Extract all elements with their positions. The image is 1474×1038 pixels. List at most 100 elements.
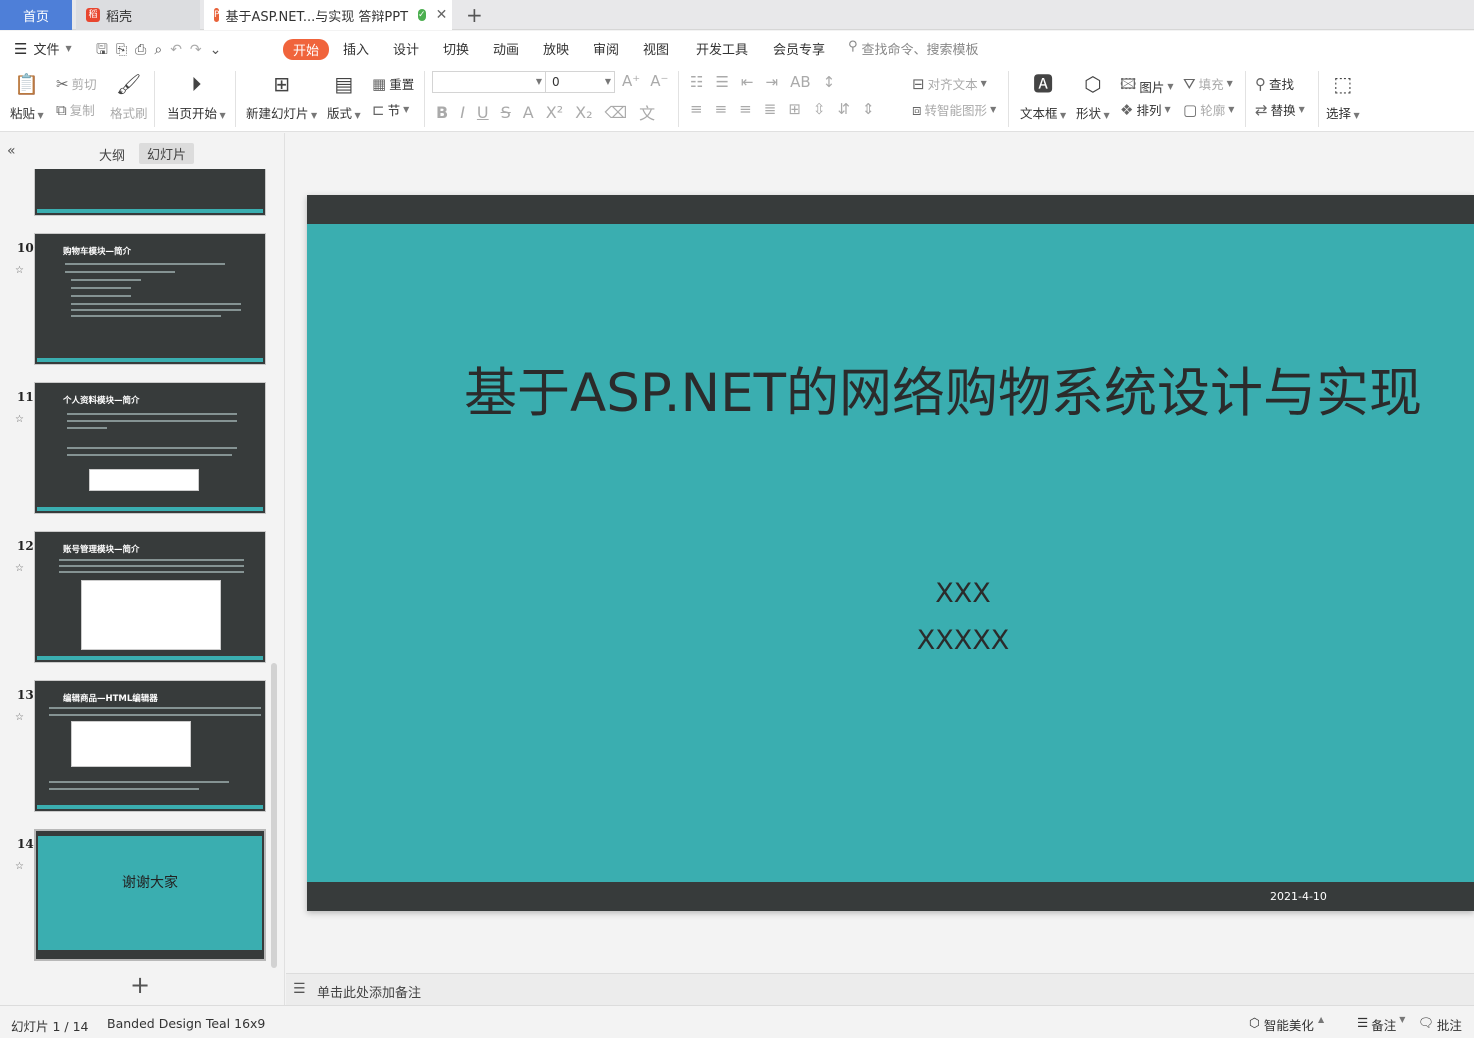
outline-button[interactable]: ▢ 轮廓 ▼ [1183, 100, 1234, 119]
slide-advisor[interactable]: XXXXX [855, 625, 1071, 656]
play-from-current-button[interactable]: ⏵ 当页开始 ▼ [167, 71, 226, 122]
format-painter-button[interactable]: 🖌 格式刷 [110, 71, 148, 122]
undo-icon[interactable]: ↶ [170, 42, 190, 58]
command-search[interactable]: ⚲ 查找命令、搜索模板 [848, 39, 979, 58]
smart-graphic-button[interactable]: ⧈ 转智能图形 ▼ [912, 100, 996, 119]
select-button[interactable]: ⬚ 选择 ▼ [1326, 71, 1360, 122]
distribute-icon[interactable]: ⊞ [788, 100, 801, 118]
slide-title[interactable]: 基于ASP.NET的网络购物系统设计与实现 [307, 351, 1474, 427]
smart-beautify-button[interactable]: ⬡ 智能美化 ▲ [1249, 1015, 1324, 1034]
menu-developer[interactable]: 开发工具 [696, 39, 748, 58]
reset-button[interactable]: ▦ 重置 [372, 74, 414, 93]
strikethrough-icon[interactable]: S [501, 103, 511, 122]
tab-daoke[interactable]: 稻 稻壳 [76, 0, 200, 30]
slide-thumbnail-12[interactable]: 账号管理模块—简介 [34, 531, 266, 663]
numbered-list-icon[interactable]: ☰ [715, 73, 728, 91]
close-tab-icon[interactable]: ✕ [436, 7, 448, 23]
tab-slides[interactable]: 幻灯片 [139, 143, 195, 164]
decrease-indent-icon[interactable]: ⇤ [741, 73, 754, 91]
customize-icon[interactable]: ⌄ [210, 42, 230, 58]
menu-member[interactable]: 会员专享 [773, 39, 825, 58]
slide-author[interactable]: XXX [855, 578, 1071, 609]
smart-graphic-icon: ⧈ [912, 100, 922, 119]
cut-button[interactable]: ✂ 剪切 [56, 74, 97, 93]
eraser-icon[interactable]: ⌫ [605, 103, 628, 122]
slide-thumbnail-10[interactable]: 购物车模块—简介 [34, 233, 266, 365]
arrange-button[interactable]: ❖ 排列 ▼ [1120, 100, 1171, 119]
slide-thumbnail-13[interactable]: 编辑商品—HTML编辑器 [34, 680, 266, 812]
increase-font-icon[interactable]: A⁺ [622, 72, 640, 90]
new-slide-button[interactable]: ⊞ 新建幻灯片 ▼ [246, 71, 317, 122]
italic-icon[interactable]: I [460, 103, 465, 122]
font-size-select[interactable]: 0 ▼ [545, 71, 615, 93]
theme-name[interactable]: Banded Design Teal 16x9 [107, 1016, 265, 1031]
paste-button[interactable]: 📋 粘贴 ▼ [10, 71, 44, 122]
align-right-icon[interactable]: ≡ [739, 100, 752, 118]
menu-start-label: 开始 [293, 44, 320, 59]
menu-insert[interactable]: 插入 [343, 39, 369, 58]
menu-design[interactable]: 设计 [393, 39, 419, 58]
menu-transition[interactable]: 切换 [443, 39, 469, 58]
pinyin-icon[interactable]: 文 [639, 100, 655, 124]
increase-indent-icon[interactable]: ⇥ [765, 73, 778, 91]
textbox-button[interactable]: 🅰 文本框 ▼ [1020, 71, 1066, 122]
tab-outline[interactable]: 大纲 [99, 145, 125, 164]
save-icon[interactable]: 🖫 [96, 42, 116, 58]
redo-icon[interactable]: ↷ [190, 42, 210, 58]
slide-thumbnail-9[interactable] [34, 169, 266, 216]
export-icon[interactable]: ⎘ [116, 42, 135, 58]
menu-slideshow[interactable]: 放映 [543, 39, 569, 58]
justify-icon[interactable]: ≣ [764, 100, 777, 118]
menu-review[interactable]: 审阅 [593, 39, 619, 58]
text-direction-icon[interactable]: AB [790, 73, 811, 91]
subscript-icon[interactable]: X₂ [575, 103, 592, 122]
font-color-icon[interactable]: A [523, 103, 534, 122]
shape-button[interactable]: ⬡ 形状 ▼ [1076, 71, 1110, 122]
indent-spacing-icon[interactable]: ⇕ [862, 100, 875, 118]
align-center-icon[interactable]: ≡ [715, 100, 728, 118]
underline-icon[interactable]: U [477, 103, 489, 122]
section-button[interactable]: ⊏ 节 ▼ [372, 100, 409, 119]
new-slide-label: 新建幻灯片 [246, 106, 309, 121]
add-slide-button[interactable]: + [130, 971, 150, 999]
collapse-panel-icon[interactable]: « [7, 143, 16, 159]
play-from-current-label: 当页开始 [167, 106, 218, 121]
current-slide[interactable]: 基于ASP.NET的网络购物系统设计与实现 XXX XXXXX 2021-4-1… [307, 195, 1474, 911]
font-size-value: 0 [552, 75, 560, 89]
line-spacing-icon[interactable]: ↕ [823, 73, 836, 91]
new-tab-button[interactable]: + [456, 0, 493, 30]
bold-icon[interactable]: B [436, 103, 448, 122]
print-preview-icon[interactable]: ⌕ [154, 42, 170, 58]
tab-home[interactable]: 首页 [0, 0, 72, 30]
find-button[interactable]: ⚲ 查找 [1255, 74, 1294, 93]
picture-button[interactable]: 🖾 图片 ▼ [1120, 74, 1174, 99]
select-label: 选择 [1326, 106, 1352, 121]
column-spacing-icon[interactable]: ⇳ [813, 100, 826, 118]
tab-document[interactable]: P 基于ASP.NET...与实现 答辩PPT ✓ ✕ [204, 0, 452, 30]
print-icon[interactable]: ⎙ [135, 42, 154, 58]
slide-date[interactable]: 2021-4-10 [1270, 890, 1327, 903]
panel-scrollbar[interactable] [271, 663, 277, 968]
align-left-icon[interactable]: ≡ [690, 100, 703, 118]
fill-button[interactable]: ⛛ 填充 ▼ [1183, 74, 1233, 93]
layout-icon: ▤ [334, 72, 354, 96]
notes-pane[interactable]: ☰ 单击此处添加备注 [286, 973, 1474, 1005]
bullet-list-icon[interactable]: ☷ [690, 73, 703, 91]
comments-button[interactable]: 🗨 批注 [1418, 1015, 1462, 1034]
align-text-button[interactable]: ⊟ 对齐文本 ▼ [912, 74, 987, 93]
paragraph-spacing-icon[interactable]: ⇵ [837, 100, 850, 118]
tab-home-label: 首页 [22, 9, 49, 25]
layout-button[interactable]: ▤ 版式 ▼ [327, 71, 361, 122]
decrease-font-icon[interactable]: A⁻ [650, 72, 668, 90]
copy-button[interactable]: ⧉ 复制 [56, 100, 95, 119]
slide-thumbnail-14[interactable]: 谢谢大家 [34, 829, 266, 961]
menu-start[interactable]: 开始 [283, 39, 330, 60]
replace-button[interactable]: ⇄ 替换 ▼ [1255, 100, 1305, 119]
file-menu[interactable]: ☰ 文件 ▼ [14, 39, 72, 59]
superscript-icon[interactable]: X² [546, 103, 563, 122]
menu-view[interactable]: 视图 [643, 39, 669, 58]
notes-toggle-button[interactable]: ☰ 备注 ▼ [1357, 1015, 1405, 1034]
font-name-select[interactable]: ▼ [432, 71, 546, 93]
slide-thumbnail-11[interactable]: 个人资料模块—简介 [34, 382, 266, 514]
menu-animation[interactable]: 动画 [493, 39, 519, 58]
